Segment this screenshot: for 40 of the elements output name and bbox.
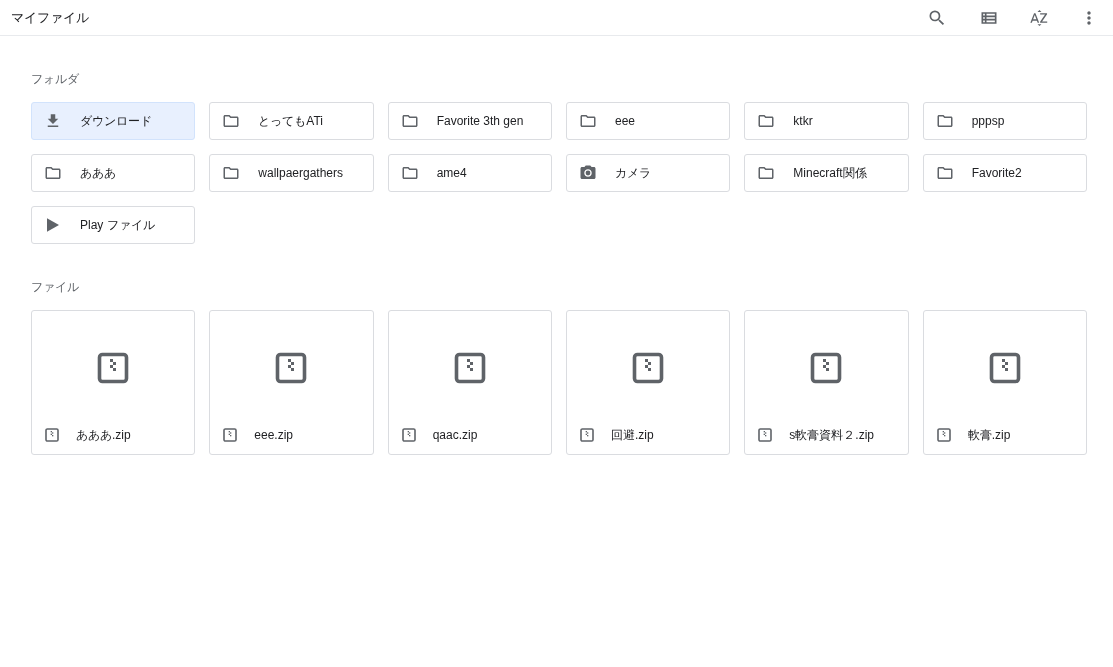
zip-file-icon	[757, 427, 774, 443]
folder-icon	[222, 164, 241, 182]
zip-file-icon	[222, 427, 239, 443]
folder-icon	[935, 112, 954, 130]
folder-icon	[579, 112, 597, 130]
folder-icon	[222, 112, 241, 130]
zip-file-icon	[400, 427, 417, 443]
folder-tile[interactable]: とってもATi	[209, 102, 374, 140]
file-tile[interactable]: 軟膏.zip	[922, 310, 1087, 455]
zip-file-icon	[44, 427, 60, 443]
folder-tile[interactable]: ダウンロード	[31, 102, 196, 140]
folder-tile[interactable]: wallpaergathers	[209, 154, 374, 192]
file-tile[interactable]: 回避.zip	[566, 310, 731, 455]
folder-icon	[400, 164, 419, 182]
folder-tile[interactable]: Favorite 3th gen	[387, 102, 552, 140]
folder-icon	[935, 164, 954, 182]
folder-tile[interactable]: ame4	[387, 154, 552, 192]
file-tile[interactable]: s軟膏資料２.zip	[744, 310, 909, 455]
folder-tile[interactable]: Favorite2	[922, 154, 1087, 192]
folder-icon	[44, 164, 62, 182]
folder-tile[interactable]: Minecraft関係	[744, 154, 909, 192]
file-tile[interactable]: あああ.zip	[31, 310, 196, 455]
folder-icon	[757, 164, 776, 182]
camera-icon	[579, 164, 597, 182]
section-heading: ファイル	[31, 279, 80, 296]
folder-tile[interactable]: pppsp	[922, 102, 1087, 140]
folder-tile[interactable]: eee	[566, 102, 731, 140]
zip-file-icon	[935, 427, 952, 443]
folder-icon	[757, 112, 776, 130]
file-tile[interactable]: qaac.zip	[387, 310, 552, 455]
folder-tile[interactable]: ktkr	[744, 102, 909, 140]
folder-tile[interactable]: Play ファイル	[31, 206, 196, 244]
page-title: マイファイル	[11, 8, 89, 27]
folder-tile[interactable]: あああ	[31, 154, 196, 192]
sort-alpha-icon[interactable]	[1029, 7, 1049, 28]
section-heading: フォルダ	[31, 71, 80, 88]
file-tile[interactable]: eee.zip	[209, 310, 374, 455]
folder-icon	[400, 112, 419, 130]
zip-file-icon	[579, 427, 595, 443]
folder-tile[interactable]: カメラ	[566, 154, 731, 192]
